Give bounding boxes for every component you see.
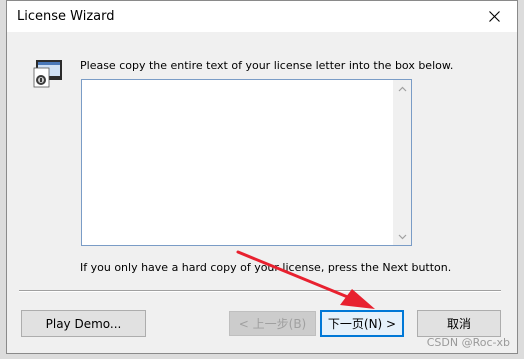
chevron-down-icon	[398, 234, 407, 239]
window-title: License Wizard	[17, 9, 115, 24]
license-text-area[interactable]	[81, 79, 412, 246]
scroll-down-button[interactable]	[394, 228, 411, 245]
back-button[interactable]: < 上一步(B)	[229, 311, 316, 336]
separator	[19, 290, 501, 292]
license-app-icon	[33, 60, 62, 88]
license-scrollbar[interactable]	[393, 80, 411, 245]
play-demo-button[interactable]: Play Demo...	[21, 310, 146, 337]
close-button[interactable]	[471, 1, 517, 32]
title-bar: License Wizard	[7, 1, 517, 33]
close-icon	[488, 11, 500, 22]
cancel-button[interactable]: 取消	[417, 310, 501, 337]
hard-copy-note: If you only have a hard copy of your lic…	[80, 261, 452, 274]
scroll-up-button[interactable]	[394, 80, 411, 97]
chevron-up-icon	[398, 86, 407, 91]
watermark: CSDN @Roc-xb	[426, 336, 510, 349]
license-wizard-dialog: License Wizard Please copy the entire te…	[6, 0, 518, 354]
instruction-text: Please copy the entire text of your lice…	[80, 59, 454, 72]
next-button[interactable]: 下一页(N) >	[320, 310, 404, 337]
